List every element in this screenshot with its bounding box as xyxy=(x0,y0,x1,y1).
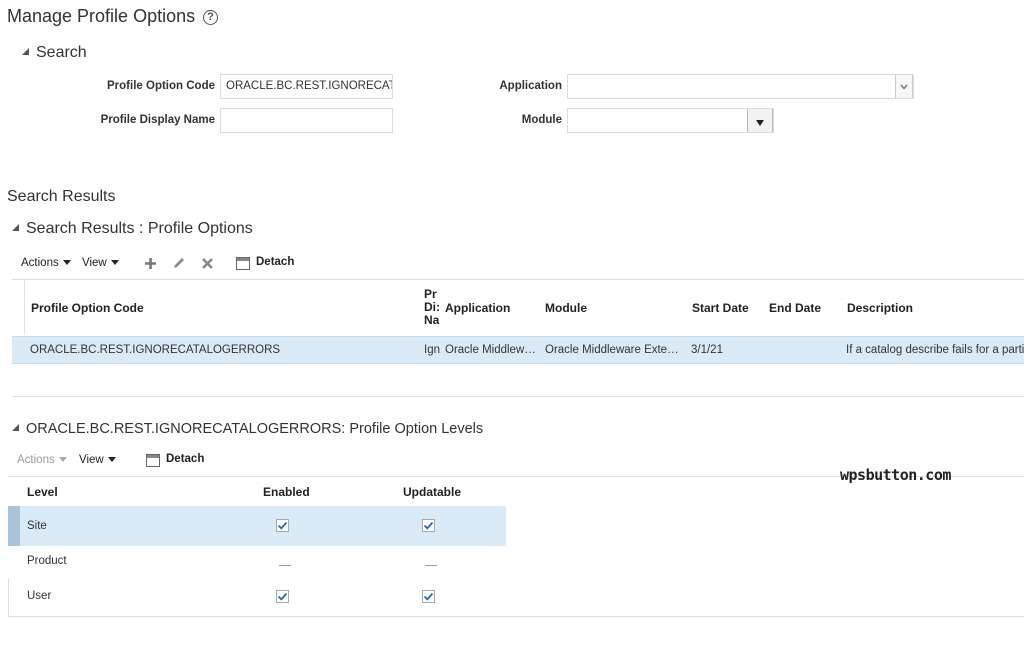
actions-label: Actions xyxy=(17,454,55,466)
collapse-triangle-icon[interactable] xyxy=(12,424,19,431)
collapse-triangle-icon[interactable] xyxy=(22,48,29,55)
view-label: View xyxy=(79,454,104,466)
col-header-profile-option-code[interactable]: Profile Option Code xyxy=(31,301,144,315)
delete-x-icon[interactable] xyxy=(200,256,215,271)
caret-down-icon xyxy=(62,260,71,265)
cell-description: If a catalog describe fails for a parti xyxy=(846,344,1024,356)
add-icon[interactable] xyxy=(143,256,158,271)
updatable-checkbox[interactable] xyxy=(422,519,435,532)
levels-panel-title: ORACLE.BC.REST.IGNORECATALOGERRORS: Prof… xyxy=(26,421,484,437)
cell-level: Product xyxy=(27,555,67,567)
watermark-text: wpsbutton.com xyxy=(840,466,951,484)
page-title: Manage Profile Options xyxy=(7,6,196,26)
cell-display-name: Ign xyxy=(424,344,440,356)
edit-pencil-icon[interactable] xyxy=(171,255,187,271)
enabled-checkbox[interactable] xyxy=(276,590,289,603)
checkmark-icon xyxy=(277,592,288,601)
actions-label: Actions xyxy=(21,257,59,269)
module-dropdown-button[interactable] xyxy=(747,109,773,132)
profile-option-code-label: Profile Option Code xyxy=(107,80,215,92)
chevron-down-icon xyxy=(900,84,908,90)
checkmark-icon xyxy=(423,521,434,530)
view-label: View xyxy=(82,257,107,269)
cell-profile-option-code: ORACLE.BC.REST.IGNORECATALOGERRORS xyxy=(30,344,281,356)
detach-button[interactable]: Detach xyxy=(256,256,294,268)
col-header-display-name[interactable]: Pr Di: Na xyxy=(424,288,440,327)
application-dropdown-button[interactable] xyxy=(895,75,913,98)
cell-module: Oracle Middleware Exte… xyxy=(545,344,679,356)
actions-menu[interactable]: Actions xyxy=(21,257,71,269)
updatable-checkbox[interactable] xyxy=(422,590,435,603)
col-header-description[interactable]: Description xyxy=(847,301,913,315)
col-header-start-date[interactable]: Start Date xyxy=(692,301,749,315)
results-panel-header[interactable]: Search Results : Profile Options xyxy=(12,220,253,238)
col-header-enabled[interactable]: Enabled xyxy=(263,485,310,499)
col-header-module[interactable]: Module xyxy=(545,301,587,315)
search-section-header[interactable]: Search xyxy=(22,44,87,62)
application-select[interactable] xyxy=(567,74,914,99)
table-top-border xyxy=(12,279,1024,280)
collapse-triangle-icon[interactable] xyxy=(12,224,19,231)
checkmark-icon xyxy=(423,592,434,601)
application-label: Application xyxy=(499,80,562,92)
profile-display-name-input[interactable] xyxy=(220,108,393,133)
profile-display-name-label: Profile Display Name xyxy=(100,114,215,126)
cell-level: User xyxy=(27,590,52,602)
table-row[interactable]: Site xyxy=(20,506,506,546)
table-row[interactable]: ORACLE.BC.REST.IGNORECATALOGERRORS Ign O… xyxy=(12,336,1024,364)
search-results-title: Search Results xyxy=(7,188,116,205)
results-panel-title: Search Results : Profile Options xyxy=(26,220,253,237)
col-header-application[interactable]: Application xyxy=(445,301,510,315)
caret-down-icon xyxy=(756,120,764,126)
levels-view-menu[interactable]: View xyxy=(79,454,116,466)
caret-down-icon xyxy=(107,457,116,462)
cell-level: Site xyxy=(27,520,47,532)
table-row[interactable]: User xyxy=(20,578,506,616)
levels-actions-menu[interactable]: Actions xyxy=(17,454,67,466)
search-header-label: Search xyxy=(36,44,87,61)
checkmark-icon xyxy=(277,521,288,530)
module-select[interactable] xyxy=(567,108,774,133)
levels-detach-button[interactable]: Detach xyxy=(166,453,204,465)
levels-table-bottom-border xyxy=(8,616,1024,617)
cell-start-date: 3/1/21 xyxy=(691,344,723,356)
detach-icon[interactable] xyxy=(236,257,250,270)
row-divider xyxy=(8,578,9,616)
display-name-header-line: Na xyxy=(424,313,440,327)
detach-icon[interactable] xyxy=(146,454,160,467)
profile-option-code-input[interactable]: ORACLE.BC.REST.IGNORECAT. xyxy=(220,74,393,99)
table-row[interactable]: Product xyxy=(20,546,506,578)
col-header-level[interactable]: Level xyxy=(27,485,58,499)
caret-down-icon xyxy=(110,260,119,265)
col-header-end-date[interactable]: End Date xyxy=(769,301,821,315)
col-header-updatable[interactable]: Updatable xyxy=(403,485,461,499)
cell-application: Oracle Middlew… xyxy=(445,344,536,356)
module-label: Module xyxy=(521,114,562,126)
view-menu[interactable]: View xyxy=(82,257,119,269)
help-icon[interactable]: ? xyxy=(203,10,218,25)
caret-down-icon xyxy=(58,457,67,462)
section-divider xyxy=(12,396,1024,397)
enabled-checkbox[interactable] xyxy=(276,519,289,532)
levels-panel-header[interactable]: ORACLE.BC.REST.IGNORECATALOGERRORS: Prof… xyxy=(12,421,483,437)
updatable-empty-dash xyxy=(425,565,437,566)
enabled-empty-dash xyxy=(279,565,291,566)
row-selection-marker xyxy=(8,506,20,546)
column-divider xyxy=(24,280,25,335)
